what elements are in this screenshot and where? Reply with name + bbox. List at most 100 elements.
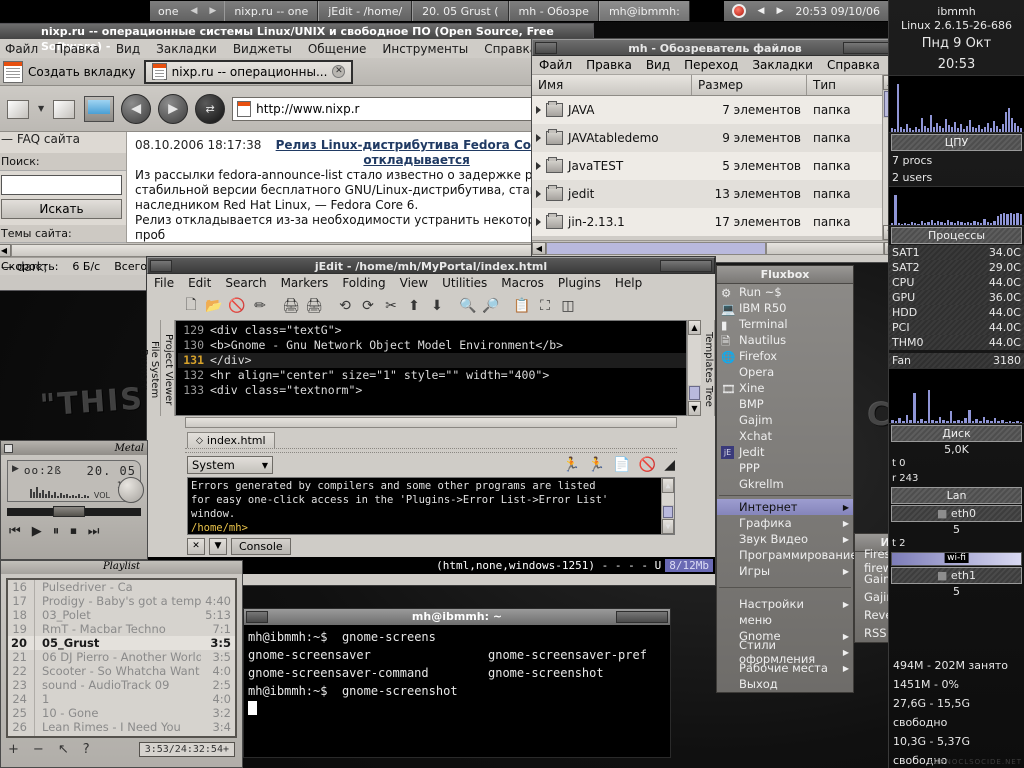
tab-project-viewer[interactable]: Project Viewer [161,320,175,416]
misc-button[interactable]: ? [83,742,90,757]
console-output[interactable]: Errors generated by compilers and some o… [187,477,675,535]
new-file-icon[interactable]: 🗋 [181,296,201,316]
opera-menu-bookmarks[interactable]: Закладки [148,42,225,56]
menu-item-gkrellm[interactable]: Gkrellm [717,476,853,492]
jedit-menu-folding[interactable]: Folding [335,276,392,290]
run-script-icon[interactable]: 📄 [613,457,630,473]
jedit-toolbar[interactable]: 🗋 📂 🚫 ✏ 🖨 🖨 ⟲ ⟳ ✂ ⬆ ⬇ 🔍 🔎 📋 ⛶ ◫ [147,292,715,320]
pause-button[interactable]: ⏸ [53,524,60,539]
menu-item-xchat[interactable]: Xchat [717,428,853,444]
menu-item-opera[interactable]: Opera [717,364,853,380]
browser-tab-nixp[interactable]: nixp.ru -- операционны... ✕ [143,59,354,84]
menu-item-styles[interactable]: Стили оформления ▶ [717,638,853,666]
new-tab-button[interactable]: Создать вкладку [1,60,144,83]
jedit-menu-view[interactable]: View [393,276,435,290]
redo-icon[interactable]: ⟳ [358,296,378,316]
list-item[interactable]: 19 RmT - Macbar Techno 7:1 [8,622,235,636]
taskbar-item-xmms[interactable]: 20. 05 Grust ( [412,1,509,21]
scroll-up-icon[interactable]: ▲ [688,320,701,335]
playlist-entries[interactable]: 16 Pulsedriver - Ca 17 Prodigy - Baby's go… [6,578,237,738]
expand-triangle-icon[interactable] [536,134,541,142]
window-menu-button[interactable] [150,260,172,272]
opera-menu-widgets[interactable]: Виджеты [225,42,300,56]
volume-knob[interactable] [118,477,144,503]
opera-icon[interactable] [731,4,746,18]
file-tab-index-html[interactable]: ◇ index.html [187,432,275,448]
scroll-down-icon[interactable]: ▼ [688,401,701,416]
taskbar-item-nautilus[interactable]: mh - Обозре [508,1,599,21]
scroll-track[interactable] [688,335,701,385]
scroll-up-icon[interactable]: ▲ [662,478,674,493]
console-scrollbar[interactable]: ▲ ▼ [661,478,674,534]
taskbar-item-jedit[interactable]: jEdit - /home/ [318,1,413,21]
tab-file-system-browser[interactable]: File System Browser [138,320,161,416]
code-editor[interactable]: 129 <div class="textG"> 130 <b>Gnome - Gnu… [175,320,687,416]
jedit-menu-plugins[interactable]: Plugins [551,276,608,290]
menu-item-ppp[interactable]: PPP [717,460,853,476]
menu-item-games[interactable]: Игры ▶ [717,563,853,579]
next-button[interactable]: ⏭ [88,524,100,539]
menu-item-xine[interactable]: 🎞 Xine [717,380,853,396]
close-panel-icon[interactable]: ✕ [187,537,205,555]
run-icon[interactable]: 🏃 [588,457,605,473]
print-preview-icon[interactable]: 🖨 [304,296,324,316]
menu-item-exit[interactable]: Выход [717,676,853,692]
split-icon[interactable]: ◫ [558,296,578,316]
opera-menu-edit[interactable]: Правка [46,42,108,56]
cut-icon[interactable]: ✂ [381,296,401,316]
workspace-next-icon[interactable]: ▶ [209,6,216,16]
menu-item-firefox[interactable]: 🌐 Firefox [717,348,853,364]
terminal-titlebar[interactable]: mh@ibmmh: ~ [244,609,670,625]
console-bottom-bar[interactable]: ✕ ▼ Console [147,535,715,557]
terminal-output[interactable]: mh@ibmmh:~$ gnome-screens gnome-screensa… [244,625,670,721]
table-row[interactable]: jin-2.13.1 17 элементов папка [532,208,882,236]
seek-handle[interactable] [52,506,85,517]
list-item[interactable]: 21 06 DJ Pierro - Another World 3:5 [8,650,235,664]
page-horizontal-scrollbar[interactable]: ◀ [0,242,593,257]
menu-item-ibm-r50[interactable]: 💻 IBM R50 [717,300,853,316]
file-manager-menubar[interactable]: Файл Правка Вид Переход Закладки Справка [532,56,898,75]
list-item[interactable]: 24 1 4:0 [8,692,235,706]
taskbar-item-opera[interactable]: nixp.ru -- one [224,1,319,21]
menu-item-bmp[interactable]: BMP [717,396,853,412]
menu-item-jedit[interactable]: jE Jedit [717,444,853,460]
console-toolbar[interactable]: System ▼ 🏃 🏃 📄 🚫 ◢ [147,453,715,477]
chevron-down-icon[interactable]: ▼ [38,104,44,113]
expand-triangle-icon[interactable] [536,218,541,226]
table-row[interactable]: JavaTEST 5 элементов папка [532,152,882,180]
menu-item-programming[interactable]: Программирование ▶ [717,547,869,563]
lines-icon[interactable]: 📋 [512,296,532,316]
menu-item-graphics[interactable]: Графика ▶ [717,515,853,531]
scroll-thumb[interactable] [11,243,593,257]
tray-next-icon[interactable]: ▶ [776,6,783,16]
editor-horizontal-scrollbar[interactable] [185,416,677,428]
fluxbox-root-menu[interactable]: Fluxbox ⚙ Run ~$ 💻 IBM R50 ▮ Terminal 🗎 … [716,265,869,693]
sidebar-faq-link[interactable]: — FAQ сайта [0,132,126,147]
select-button[interactable]: ↖ [58,742,69,757]
menu-item-sound-video[interactable]: Звук Видео ▶ [717,531,853,547]
jedit-menu-macros[interactable]: Macros [494,276,551,290]
jedit-menu-utilities[interactable]: Utilities [435,276,494,290]
workspace-prev-icon[interactable]: ◀ [190,6,197,16]
display-icon[interactable] [84,95,115,122]
expand-triangle-icon[interactable] [536,162,541,170]
previous-button[interactable]: ⏮ [9,524,21,539]
list-item[interactable]: 18 03_Polet 5:13 [8,608,235,622]
player-titlebar[interactable]: Metal [1,441,147,455]
menu-item-terminal[interactable]: ▮ Terminal [717,316,853,332]
fm-menu-file[interactable]: Файл [532,56,579,74]
find-icon[interactable]: 🔍 [458,296,478,316]
table-row[interactable]: JAVAtabledemo 9 элементов папка [532,124,882,152]
tray-prev-icon[interactable]: ◀ [758,6,765,16]
opera-toolbar[interactable]: ▼ ◀ ▶ ⇄ http://www.nixp.r ▼ [0,86,593,132]
tab-templates-tree[interactable]: Templates Tree [701,320,715,416]
file-manager-window[interactable]: mh - Обозреватель файлов Файл Правка Вид… [531,38,899,263]
copy-icon[interactable]: ⬆ [404,296,424,316]
menu-item-settings[interactable]: Настройки ▶ [717,596,853,612]
scroll-thumb[interactable] [689,386,700,400]
opera-titlebar[interactable]: nixp.ru -- операционные системы Linux/UN… [0,24,593,53]
jedit-menu-edit[interactable]: Edit [181,276,218,290]
table-row[interactable]: JAVA 7 элементов папка [532,96,882,124]
file-list-header[interactable]: Имя Размер Тип [532,75,882,96]
window-menu-button[interactable] [535,42,557,54]
